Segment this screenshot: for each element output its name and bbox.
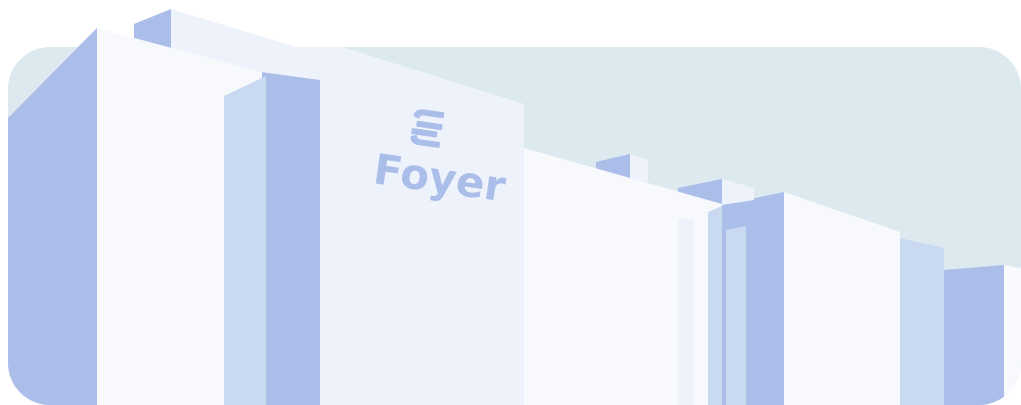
building-far-right-face xyxy=(1004,265,1021,405)
main-tower-face xyxy=(320,47,524,405)
left-tower-accent xyxy=(224,76,266,405)
left-tower-top-shadow xyxy=(78,28,97,47)
office-buildings-illustration: Foyer xyxy=(0,0,1021,405)
building-middle-column-shadow xyxy=(708,206,722,405)
building-middle-pillar xyxy=(678,218,694,405)
building-right-accent xyxy=(900,238,944,405)
main-tower-shadow xyxy=(262,47,320,405)
illustration-canvas: Foyer xyxy=(8,9,1021,405)
building-middle-column xyxy=(726,226,746,405)
building-far-right-shadow xyxy=(944,265,1004,405)
